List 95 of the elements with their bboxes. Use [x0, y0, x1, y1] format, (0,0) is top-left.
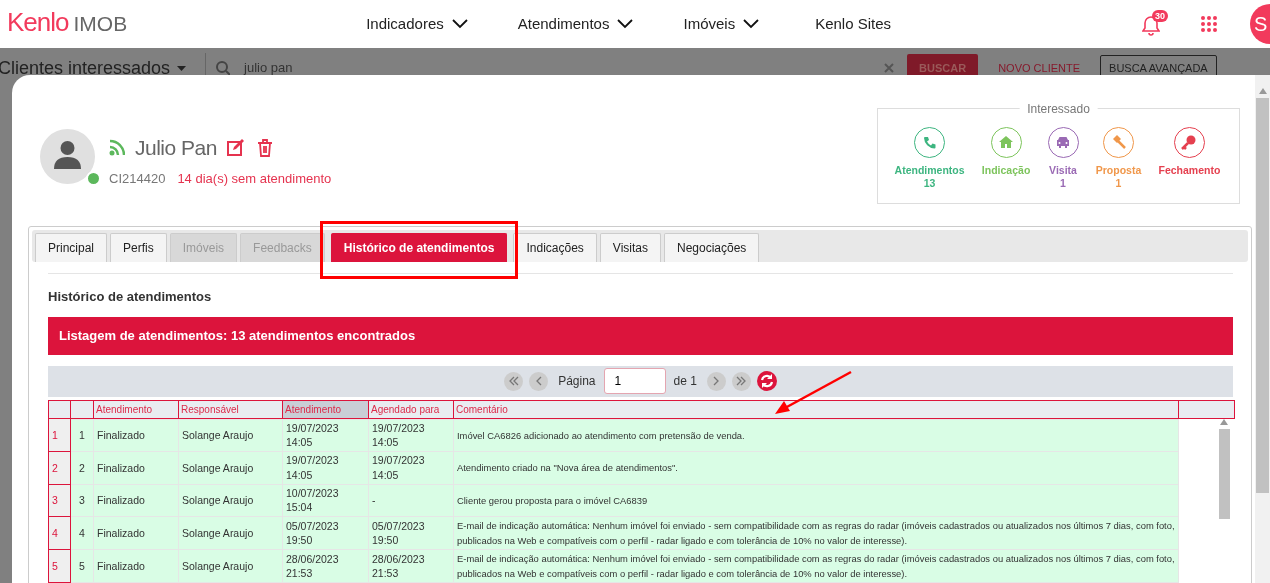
next-page-button[interactable] [706, 371, 726, 391]
nav-menu-item[interactable]: Kenlo Sites [815, 12, 892, 36]
page-field[interactable]: 1 [603, 368, 666, 394]
tab[interactable]: Indicações [513, 233, 597, 262]
table-cell: E-mail de indicação automática: Nenhum imóvel foi enviado - sem compatibilidade com as regras do radar (imóveis cadastrados ou atualizados nos últimos 7 dias, com foto, publicados na Web e compatíveis com o perfil - radar ligado e com tolerância de 10% no valor de interesse). [453, 549, 1179, 583]
table-cell: Solange Araujo [178, 484, 283, 517]
stage-label: Fechamento [1158, 164, 1221, 177]
row-number: 1 [48, 419, 71, 452]
tab[interactable]: Negociações [664, 233, 760, 262]
stage-label: Atendimentos [894, 164, 965, 177]
logo-text[interactable]: Kenlo [7, 9, 69, 36]
search-icon [216, 61, 231, 75]
page-count: de 1 [673, 373, 697, 390]
table-cell: 19/07/2023 14:05 [282, 451, 369, 484]
table-cell: Cliente gerou proposta para o imóvel CA6839 [453, 484, 1179, 517]
table-cell: Solange Araujo [178, 549, 283, 583]
row-number: 2 [48, 451, 71, 484]
last-page-icon [736, 376, 747, 386]
stage-label: Proposta [1095, 164, 1142, 177]
table-cell: Finalizado [93, 549, 179, 583]
table-cell: Finalizado [93, 419, 179, 452]
stage-label: Visita [1049, 164, 1077, 177]
table-cell: - [368, 484, 454, 517]
stage-count: 1 [1060, 176, 1066, 190]
table-cell: 10/07/2023 15:04 [282, 484, 369, 517]
tab[interactable]: Principal [35, 233, 108, 262]
nav-menu-item[interactable]: Atendimentos [517, 12, 634, 36]
table-cell: Finalizado [93, 484, 179, 517]
table-cell: 28/06/2023 21:53 [282, 549, 369, 583]
table-cell: 19/07/2023 14:05 [282, 419, 369, 452]
caret-icon [177, 65, 187, 71]
trash-icon[interactable] [256, 138, 273, 157]
stage-button[interactable] [990, 127, 1022, 158]
table-cell: Solange Araujo [178, 419, 283, 452]
product-name: IMOB [73, 11, 128, 38]
stage-button[interactable] [1047, 127, 1079, 158]
header-cell [1178, 400, 1235, 418]
row-number: 3 [48, 484, 71, 517]
header-cell [70, 400, 94, 418]
edit-icon[interactable] [226, 138, 245, 157]
table-cell: 19/07/2023 14:05 [368, 451, 454, 484]
rss-icon [109, 139, 125, 157]
chevron-down-icon [743, 19, 760, 29]
table-cell: 19/07/2023 14:05 [368, 419, 454, 452]
person-icon [54, 141, 81, 169]
search-field[interactable]: julio pan [244, 58, 885, 78]
table-cell: Solange Araujo [178, 516, 283, 550]
scrollbar[interactable] [1255, 75, 1270, 583]
chevron-down-icon [617, 19, 634, 29]
stage-count: 1 [1115, 176, 1122, 190]
apps-grid-icon[interactable] [1201, 16, 1217, 32]
table-cell: Finalizado [93, 451, 179, 484]
first-page-icon [508, 376, 519, 386]
row-number: 5 [48, 549, 71, 583]
section-title: Histórico de atendimentos [48, 273, 1233, 307]
table-cell: Atendimento criado na "Nova área de atendimentos". [453, 451, 1179, 484]
stage-count: 13 [923, 176, 936, 190]
row-number: 4 [48, 516, 71, 550]
table-cell: Solange Araujo [178, 451, 283, 484]
days-without-contact: 14 dia(s) sem atendimento [177, 169, 332, 188]
first-page-button[interactable] [504, 371, 524, 391]
tab[interactable]: Perfis [110, 233, 167, 262]
column-header[interactable]: Comentário [453, 400, 1179, 418]
table-cell: 28/06/2023 21:53 [368, 549, 454, 583]
column-header[interactable]: Atendimento [282, 400, 369, 418]
header-cell [48, 400, 71, 418]
page-label: Página [558, 373, 596, 390]
nav-menu-item[interactable]: Indicadores [366, 12, 468, 36]
client-name: Julio Pan [135, 135, 217, 161]
tab[interactable]: Histórico de atendimentos [330, 233, 508, 262]
stage-label: Indicação [981, 164, 1031, 177]
new-client-link[interactable]: NOVO CLIENTE [998, 59, 1081, 77]
nav-menu-item[interactable]: Imóveis [683, 12, 760, 36]
table-cell: 05/07/2023 19:50 [368, 516, 454, 550]
results-banner: Listagem de atendimentos: 13 atendimentos encontrados [48, 316, 1233, 355]
table-cell: 05/07/2023 19:50 [282, 516, 369, 550]
notification-badge: 30 [1152, 10, 1168, 22]
client-code: CI214420 [109, 169, 166, 188]
chevron-down-icon [451, 19, 468, 29]
table-cell: Imóvel CA6826 adicionado ao atendimento com pretensão de venda. [453, 419, 1179, 452]
column-header[interactable]: Atendimento [93, 400, 179, 418]
stage-button[interactable] [914, 127, 946, 158]
table-cell: E-mail de indicação automática: Nenhum imóvel foi enviado - sem compatibilidade com as regras do radar (imóveis cadastrados ou atualizados nos últimos 7 dias, com foto, publicados na Web e compatíveis com o perfil - radar ligado e com tolerância de 10% no valor de interesse). [453, 516, 1179, 550]
table-cell: Finalizado [93, 516, 179, 550]
column-header[interactable]: Responsável [178, 400, 283, 418]
column-header[interactable]: Agendado para [368, 400, 454, 418]
previous-page-button[interactable] [529, 371, 549, 391]
table-cell: 1 [70, 419, 94, 452]
user-avatar[interactable]: S [1250, 4, 1270, 44]
clear-icon[interactable] [884, 63, 895, 73]
stage-button[interactable] [1103, 127, 1134, 158]
tab[interactable]: Visitas [599, 233, 661, 262]
refresh-icon[interactable] [756, 371, 777, 391]
last-page-button[interactable] [731, 371, 751, 391]
stage-button[interactable] [1173, 127, 1205, 158]
